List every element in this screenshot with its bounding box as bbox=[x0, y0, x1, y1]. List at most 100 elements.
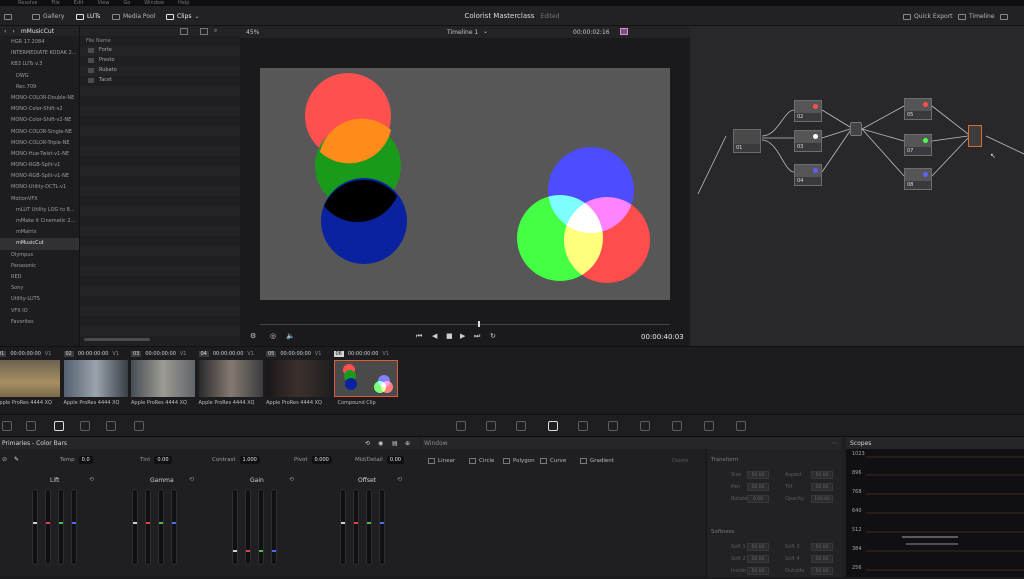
bars-mode-icon[interactable]: ▤ bbox=[392, 440, 398, 447]
file-item[interactable]: Forte bbox=[88, 45, 112, 55]
timeline-selector[interactable]: Timeline 1 bbox=[447, 29, 478, 36]
param-value[interactable]: 0.00 bbox=[154, 455, 172, 464]
clip-number[interactable]: 01 bbox=[0, 350, 7, 357]
color-bar-slider[interactable] bbox=[245, 489, 251, 565]
tree-item[interactable]: Rec.709 bbox=[0, 82, 79, 93]
clip-thumbnail[interactable] bbox=[266, 360, 330, 397]
palette-tool-icon[interactable] bbox=[640, 421, 650, 431]
tree-item[interactable]: mLUT Utility LOG to 8... bbox=[0, 205, 79, 216]
clip-thumbnail[interactable] bbox=[198, 360, 263, 397]
file-item[interactable]: Rubato bbox=[88, 65, 117, 75]
palette-tool-icon[interactable] bbox=[608, 421, 618, 431]
play-button[interactable]: ▶ bbox=[460, 332, 465, 340]
palette-tool-icon[interactable] bbox=[736, 421, 746, 431]
reset-icon[interactable]: ⟲ bbox=[89, 476, 94, 483]
prop-value[interactable]: 0.00 bbox=[747, 495, 769, 503]
param-value[interactable]: 0.00 bbox=[386, 455, 404, 464]
palette-tool-icon[interactable] bbox=[134, 421, 144, 431]
nav-back-icon[interactable]: ‹ bbox=[4, 28, 6, 35]
tree-item[interactable]: MotionVFX bbox=[0, 194, 79, 205]
palette-tool-icon[interactable] bbox=[672, 421, 682, 431]
prop-value[interactable]: 50.00 bbox=[747, 543, 769, 551]
speaker-icon[interactable]: 🔈 bbox=[286, 332, 295, 340]
tree-item[interactable]: RED bbox=[0, 272, 79, 283]
color-bar-slider[interactable] bbox=[232, 489, 238, 565]
color-node[interactable]: 02 bbox=[794, 100, 822, 122]
color-bar-slider[interactable] bbox=[158, 489, 164, 565]
last-frame-button[interactable]: ⏭ bbox=[474, 332, 480, 341]
prop-value[interactable]: 50.00 bbox=[747, 567, 769, 575]
color-node[interactable]: 03 bbox=[794, 130, 822, 152]
tree-item[interactable]: mMatrix bbox=[0, 227, 79, 238]
more-options-icon[interactable]: ⋯ bbox=[831, 440, 837, 447]
zoom-level[interactable]: 45% bbox=[246, 29, 259, 36]
palette-tool-icon[interactable] bbox=[486, 421, 496, 431]
palette-tool-icon[interactable] bbox=[578, 421, 588, 431]
param-value[interactable]: 0.000 bbox=[311, 455, 332, 464]
clip-thumbnail[interactable] bbox=[63, 360, 128, 397]
color-bar-slider[interactable] bbox=[132, 489, 138, 565]
prop-value[interactable]: 50.00 bbox=[747, 483, 769, 491]
clip-number[interactable]: 05 bbox=[266, 350, 277, 357]
tree-item[interactable]: MONO-RGB-Split-v1 bbox=[0, 160, 79, 171]
tree-item[interactable]: Panasonic bbox=[0, 261, 79, 272]
color-bar-slider[interactable] bbox=[171, 489, 177, 565]
palette-tool-icon[interactable] bbox=[456, 421, 466, 431]
wheels-mode-icon[interactable]: ◉ bbox=[378, 440, 383, 447]
prop-value[interactable]: 50.00 bbox=[747, 471, 769, 479]
tree-item[interactable]: Olympus bbox=[0, 250, 79, 261]
color-bar-slider[interactable] bbox=[258, 489, 264, 565]
tree-item[interactable]: VFX IO bbox=[0, 306, 79, 317]
color-bar-slider[interactable] bbox=[58, 489, 64, 565]
viewer-options-icon[interactable] bbox=[620, 28, 628, 35]
loop-playback-button[interactable]: ↻ bbox=[490, 332, 496, 340]
palette-tool-icon[interactable] bbox=[26, 421, 36, 431]
param-value[interactable]: 0.0 bbox=[78, 455, 93, 464]
tree-item[interactable]: KB3 LUTs v.3 bbox=[0, 59, 79, 70]
tree-item[interactable]: HGR 17.2084 bbox=[0, 37, 79, 48]
prop-value[interactable]: 50.00 bbox=[747, 555, 769, 563]
picker-icon[interactable]: ✎ bbox=[14, 456, 19, 463]
nav-forward-icon[interactable]: › bbox=[12, 28, 14, 35]
tree-item[interactable]: MONO-RGB-Split-v1-NE bbox=[0, 171, 79, 182]
reverse-button[interactable]: ◀ bbox=[432, 332, 437, 340]
clip-thumbnail[interactable] bbox=[0, 360, 60, 397]
loop-icon[interactable]: ◎ bbox=[270, 332, 276, 340]
tree-item[interactable]: Utility-LUTS bbox=[0, 294, 79, 305]
clip-thumbnail[interactable] bbox=[333, 360, 398, 397]
tree-item[interactable]: MONO-COLOR-Triple-NE bbox=[0, 138, 79, 149]
prop-value[interactable]: 100.00 bbox=[811, 495, 833, 503]
palette-tool-icon[interactable] bbox=[704, 421, 714, 431]
color-bar-slider[interactable] bbox=[145, 489, 151, 565]
tree-item[interactable]: INTERMEDIATE KODAK 2... bbox=[0, 48, 79, 59]
color-bar-slider[interactable] bbox=[379, 489, 385, 565]
window-delete-button[interactable]: Delete bbox=[672, 458, 688, 464]
clear-icon[interactable]: ⊘ bbox=[2, 456, 7, 463]
tree-item[interactable]: Favorites bbox=[0, 317, 79, 328]
clip-number[interactable]: 06 bbox=[333, 350, 344, 357]
tree-item[interactable]: MONO-Hue-Twist-v1-NE bbox=[0, 149, 79, 160]
tree-item[interactable]: Sony bbox=[0, 283, 79, 294]
prop-value[interactable]: 50.00 bbox=[811, 555, 833, 563]
window-tool-button[interactable]: Linear bbox=[428, 457, 455, 465]
color-node[interactable]: 05 bbox=[904, 98, 932, 120]
quick-export-button[interactable]: Quick Export bbox=[903, 11, 953, 22]
list-view-icon[interactable] bbox=[200, 28, 208, 35]
clip-number[interactable]: 03 bbox=[131, 350, 142, 357]
tree-item[interactable]: DWG bbox=[0, 71, 79, 82]
clip-number[interactable]: 04 bbox=[198, 350, 209, 357]
reset-icon[interactable]: ⟲ bbox=[189, 476, 194, 483]
tree-item[interactable]: MONO-Color-Shift-v2 bbox=[0, 104, 79, 115]
first-frame-button[interactable]: ⏮ bbox=[416, 332, 422, 341]
file-item[interactable]: Presto bbox=[88, 55, 115, 65]
node-graph[interactable]: 01 02 03 04 05 07 08 ↖ bbox=[690, 26, 1024, 346]
color-bar-slider[interactable] bbox=[353, 489, 359, 565]
prop-value[interactable]: 50.00 bbox=[811, 471, 833, 479]
viewer-canvas[interactable] bbox=[260, 68, 670, 300]
clip-number[interactable]: 02 bbox=[63, 350, 74, 357]
color-bar-slider[interactable] bbox=[366, 489, 372, 565]
reset-icon[interactable]: ⟲ bbox=[289, 476, 294, 483]
palette-tool-icon[interactable] bbox=[80, 421, 90, 431]
clip-thumbnail[interactable] bbox=[131, 360, 195, 397]
playhead-marker[interactable] bbox=[478, 321, 480, 327]
